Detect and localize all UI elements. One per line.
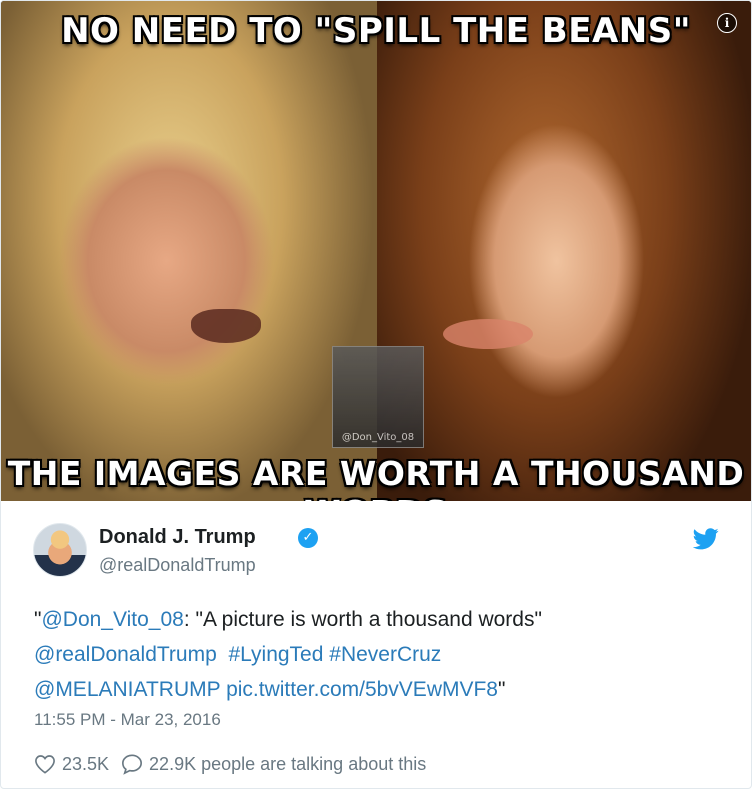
info-icon[interactable]: i bbox=[717, 13, 737, 33]
author-handle[interactable]: @realDonaldTrump bbox=[99, 555, 256, 576]
tweet-embed: NO NEED TO "SPILL THE BEANS" @Don_Vito_0… bbox=[0, 0, 752, 789]
tweet-body: " @Don_Vito_08: "A picture is worth a tho… bbox=[34, 602, 714, 707]
tweet-media-image[interactable]: NO NEED TO "SPILL THE BEANS" @Don_Vito_0… bbox=[1, 1, 751, 501]
quote-close: " bbox=[498, 678, 506, 701]
heart-icon bbox=[35, 755, 55, 774]
avatar[interactable] bbox=[33, 523, 87, 577]
like-button[interactable]: 23.5K bbox=[34, 754, 109, 775]
watermark-text: @Don_Vito_08 bbox=[341, 432, 415, 443]
hashtag-lyingted[interactable]: #LyingTed bbox=[228, 643, 323, 666]
author-name[interactable]: Donald J. Trump bbox=[99, 526, 256, 549]
twitter-bird-icon[interactable] bbox=[693, 528, 719, 550]
pic-link[interactable]: pic.twitter.com/5bvVEwMVF8 bbox=[226, 678, 498, 701]
talking-count: 22.9K people are talking about this bbox=[149, 753, 427, 774]
watermark-logo: @Don_Vito_08 bbox=[332, 346, 424, 448]
quote-text: : "A picture is worth a thousand words" bbox=[183, 608, 542, 631]
right-face-lips bbox=[443, 319, 533, 349]
left-photo bbox=[1, 1, 377, 501]
verified-badge-icon: ✓ bbox=[298, 528, 318, 548]
hashtag-nevercruz[interactable]: #NeverCruz bbox=[329, 643, 441, 666]
tweet-actions: 23.5K 22.9K people are talking about thi… bbox=[34, 753, 438, 775]
like-count: 23.5K bbox=[62, 753, 110, 774]
speech-bubble-icon bbox=[122, 754, 143, 775]
mention-don-vito[interactable]: @Don_Vito_08 bbox=[41, 608, 183, 631]
mention-melaniatrump[interactable]: @MELANIATRUMP bbox=[34, 678, 220, 701]
tweet-timestamp[interactable]: 11:55 PM - Mar 23, 2016 bbox=[34, 710, 221, 730]
right-photo bbox=[377, 1, 751, 501]
left-face-mouth bbox=[191, 309, 261, 343]
mention-realdonaldtrump[interactable]: @realDonaldTrump bbox=[34, 643, 217, 666]
meme-bottom-caption: THE IMAGES ARE WORTH A THOUSAND WORDS bbox=[7, 454, 745, 501]
conversation-link[interactable]: 22.9K people are talking about this bbox=[121, 753, 426, 775]
meme-top-caption: NO NEED TO "SPILL THE BEANS" bbox=[61, 11, 691, 51]
